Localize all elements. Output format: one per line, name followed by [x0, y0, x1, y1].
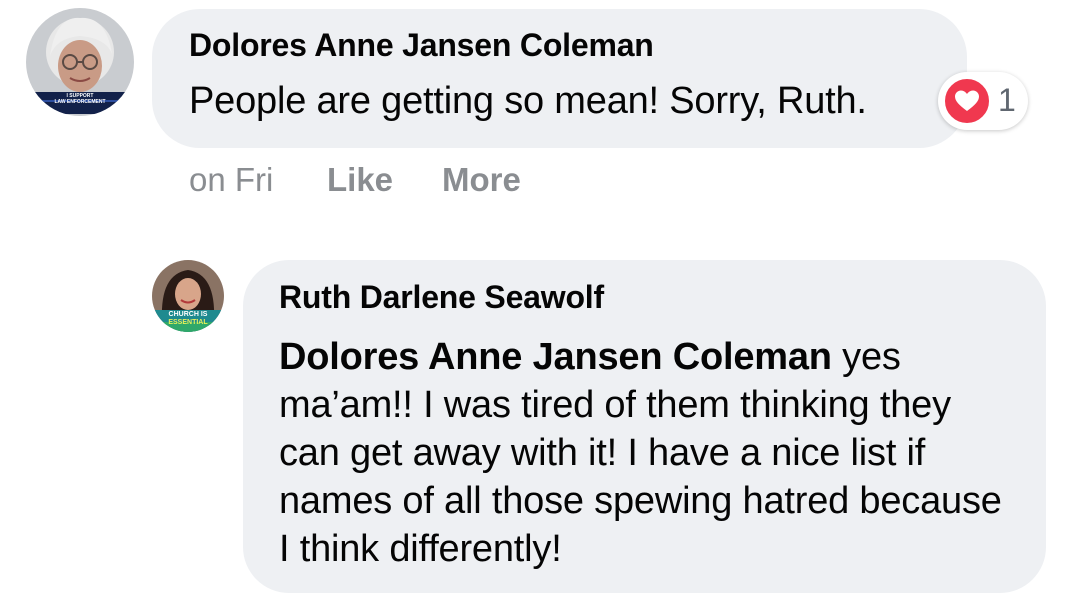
heart-icon — [943, 77, 991, 125]
avatar-badge: I SUPPORT LAW ENFORCEMENT — [36, 93, 124, 105]
reply-text: Dolores Anne Jansen Coleman yes ma’am!! … — [279, 333, 1019, 573]
mention-link[interactable]: Dolores Anne Jansen Coleman — [279, 336, 832, 378]
comment-author[interactable]: Dolores Anne Jansen Coleman — [189, 27, 654, 64]
reply-author[interactable]: Ruth Darlene Seawolf — [279, 279, 604, 316]
comment-text: People are getting so mean! Sorry, Ruth. — [189, 80, 867, 122]
like-button[interactable]: Like — [327, 161, 393, 199]
avatar-badge-line: LAW ENFORCEMENT — [54, 99, 106, 105]
avatar-badge: CHURCH IS ESSENTIAL — [152, 311, 224, 327]
avatar-badge-line: ESSENTIAL — [168, 319, 208, 326]
avatar-badge-line: CHURCH IS — [168, 311, 208, 318]
reaction-count: 1 — [998, 82, 1016, 118]
comment-thread: I SUPPORT LAW ENFORCEMENT Dolores Anne J… — [0, 0, 1081, 607]
reaction-summary[interactable]: 1 — [938, 72, 1028, 130]
comment-timestamp[interactable]: on Fri — [189, 161, 273, 199]
reply-avatar[interactable]: CHURCH IS ESSENTIAL — [152, 260, 224, 332]
more-button[interactable]: More — [442, 161, 521, 199]
avatar[interactable]: I SUPPORT LAW ENFORCEMENT — [26, 8, 134, 116]
